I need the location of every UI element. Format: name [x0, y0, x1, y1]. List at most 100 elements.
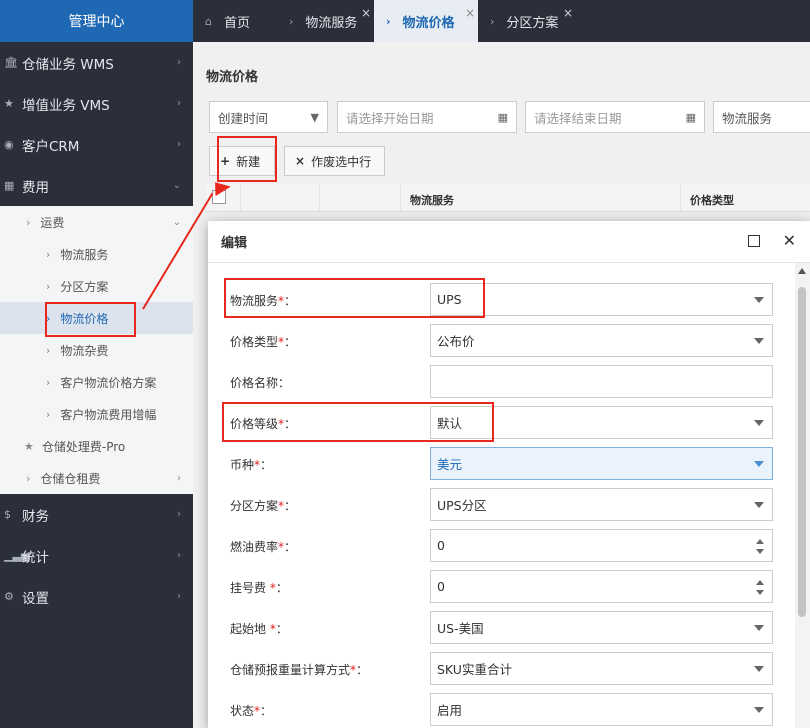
scroll-thumb[interactable]: [798, 287, 806, 617]
registration-fee-input[interactable]: 0: [430, 570, 773, 603]
sidebar-item-vms[interactable]: ★ 增值业务 VMS ›: [0, 83, 193, 124]
form-row: 价格名称：: [221, 365, 791, 398]
field-value: 公布价: [437, 334, 475, 349]
field-label-text: 状态: [230, 704, 255, 718]
spin-down-icon[interactable]: [756, 590, 764, 595]
spin-down-icon[interactable]: [756, 549, 764, 554]
spin-up-icon[interactable]: [756, 539, 764, 544]
star-icon: ★: [24, 439, 34, 453]
annotation-box-new: [217, 136, 277, 182]
caret-down-icon: [754, 502, 764, 508]
close-icon[interactable]: ×: [563, 6, 573, 20]
sidebar-item-logistics-service[interactable]: › 物流服务: [0, 238, 193, 270]
chevron-down-icon: ⌄: [172, 180, 181, 191]
column-header-service[interactable]: 物流服务: [410, 192, 454, 208]
calendar-icon: ▦: [685, 110, 696, 124]
chevron-right-icon: ›: [177, 57, 181, 68]
sidebar-item-crm[interactable]: ◉ 客户CRM ›: [0, 124, 193, 165]
table-header: 物流服务 价格类型: [206, 184, 810, 212]
chevron-right-icon: ›: [46, 407, 51, 421]
start-date-input[interactable]: 请选择开始日期 ▦: [337, 101, 517, 133]
tab-label: 首页: [223, 15, 250, 31]
label-colon: ：: [284, 499, 297, 513]
currency-select[interactable]: 美元: [430, 447, 773, 480]
select-value: 物流服务: [722, 110, 773, 126]
sidebar-item-label: 物流服务: [60, 247, 109, 262]
label-colon: ：: [284, 335, 297, 349]
maximize-icon[interactable]: [748, 235, 760, 247]
tab-bar: ⌂ 首页 › 物流服务 × › 物流价格 × › 分区方案 ×: [193, 0, 810, 42]
caret-down-icon: [754, 707, 764, 713]
tab-logistics-service[interactable]: › 物流服务 ×: [277, 0, 374, 42]
sidebar-item-storage-rent[interactable]: › 仓储仓租费 ›: [0, 462, 193, 494]
sidebar-item-label: 物流杂费: [60, 343, 109, 358]
label-colon: ：: [284, 540, 297, 554]
chevron-right-icon: ›: [490, 14, 495, 28]
chevron-right-icon: ›: [177, 98, 181, 109]
caret-down-icon: [754, 461, 764, 467]
column-header-price-type[interactable]: 价格类型: [690, 192, 734, 208]
sidebar-item-label: 客户物流价格方案: [60, 375, 157, 390]
sidebar-item-storage-pro[interactable]: ★ 仓储处理费-Pro: [0, 430, 193, 462]
sidebar-item-fees[interactable]: ▦ 费用 ⌄: [0, 165, 193, 206]
tab-label: 分区方案: [506, 15, 559, 31]
close-icon[interactable]: ×: [465, 6, 475, 20]
user-circle-icon: ◉: [4, 138, 14, 151]
signal-bars-icon: ▁▃▅: [4, 549, 30, 562]
sidebar-item-wms[interactable]: 🏛 仓储业务 WMS ›: [0, 42, 193, 83]
bank-icon: 🏛: [4, 56, 18, 69]
price-name-input[interactable]: [430, 365, 773, 398]
end-date-input[interactable]: 请选择结束日期 ▦: [525, 101, 705, 133]
price-type-select[interactable]: 公布价: [430, 324, 773, 357]
form-row: 状态*： 启用: [221, 693, 791, 726]
sidebar-item-freight[interactable]: › 运费 ⌄: [0, 206, 193, 238]
sidebar-item-settings[interactable]: ⚙ 设置 ›: [0, 576, 193, 617]
sidebar-item-label: 财务: [22, 508, 49, 525]
label-colon: ：: [260, 458, 273, 472]
weight-calc-method-select[interactable]: SKU实重合计: [430, 652, 773, 685]
annotation-arrowhead: [215, 182, 231, 197]
tab-zone-plan[interactable]: › 分区方案 ×: [478, 0, 576, 42]
logistics-service-filter[interactable]: 物流服务: [713, 101, 810, 133]
input-placeholder: 请选择开始日期: [346, 110, 434, 126]
field-label: 价格类型*：: [230, 333, 296, 350]
sidebar-item-stats[interactable]: ▁▃▅ 统计 ›: [0, 535, 193, 576]
time-type-select[interactable]: 创建时间 ▼: [209, 101, 328, 133]
scroll-up-icon[interactable]: [798, 268, 806, 274]
field-label: 分区方案*：: [230, 497, 296, 514]
spin-up-icon[interactable]: [756, 580, 764, 585]
field-label: 挂号费 *：: [230, 579, 288, 596]
star-icon: ★: [4, 97, 14, 110]
sidebar-item-logistics-misc[interactable]: › 物流杂费: [0, 334, 193, 366]
close-icon[interactable]: ×: [361, 6, 371, 20]
fuel-rate-input[interactable]: 0: [430, 529, 773, 562]
sidebar: 管理中心 🏛 仓储业务 WMS › ★ 增值业务 VMS › ◉ 客户CRM ›…: [0, 0, 193, 728]
status-select[interactable]: 启用: [430, 693, 773, 726]
field-value: SKU实重合计: [437, 662, 512, 677]
label-colon: ：: [275, 581, 288, 595]
field-value: 0: [437, 579, 445, 594]
chevron-right-icon: ›: [26, 215, 31, 229]
void-selected-button[interactable]: × 作废选中行: [284, 146, 385, 176]
sidebar-item-finance[interactable]: $ 财务 ›: [0, 494, 193, 535]
tab-logistics-price[interactable]: › 物流价格 ×: [374, 0, 478, 42]
sidebar-submenu: › 运费 ⌄ › 物流服务 › 分区方案 › 物流价格 › 物流杂费 › 客户物…: [0, 206, 193, 494]
chevron-right-icon: ›: [46, 375, 51, 389]
sidebar-item-label: 仓储业务 WMS: [22, 56, 114, 73]
sidebar-item-label: 统计: [22, 549, 49, 566]
close-icon[interactable]: ✕: [783, 231, 796, 250]
field-value: UPS分区: [437, 498, 487, 513]
sidebar-item-customer-price-plan[interactable]: › 客户物流价格方案: [0, 366, 193, 398]
annotation-box-level: [222, 402, 494, 442]
tab-home[interactable]: ⌂ 首页: [193, 0, 277, 42]
dialog-scrollbar[interactable]: [795, 263, 810, 728]
zone-plan-select[interactable]: UPS分区: [430, 488, 773, 521]
caret-down-icon: [754, 420, 764, 426]
origin-select[interactable]: US-美国: [430, 611, 773, 644]
field-label: 起始地 *：: [230, 620, 288, 637]
chevron-right-icon: ›: [177, 509, 181, 520]
field-label: 状态*：: [230, 702, 272, 719]
sidebar-title: 管理中心: [0, 0, 193, 42]
annotation-box-sidebar: [45, 302, 136, 337]
sidebar-item-customer-fee-increase[interactable]: › 客户物流费用增幅: [0, 398, 193, 430]
